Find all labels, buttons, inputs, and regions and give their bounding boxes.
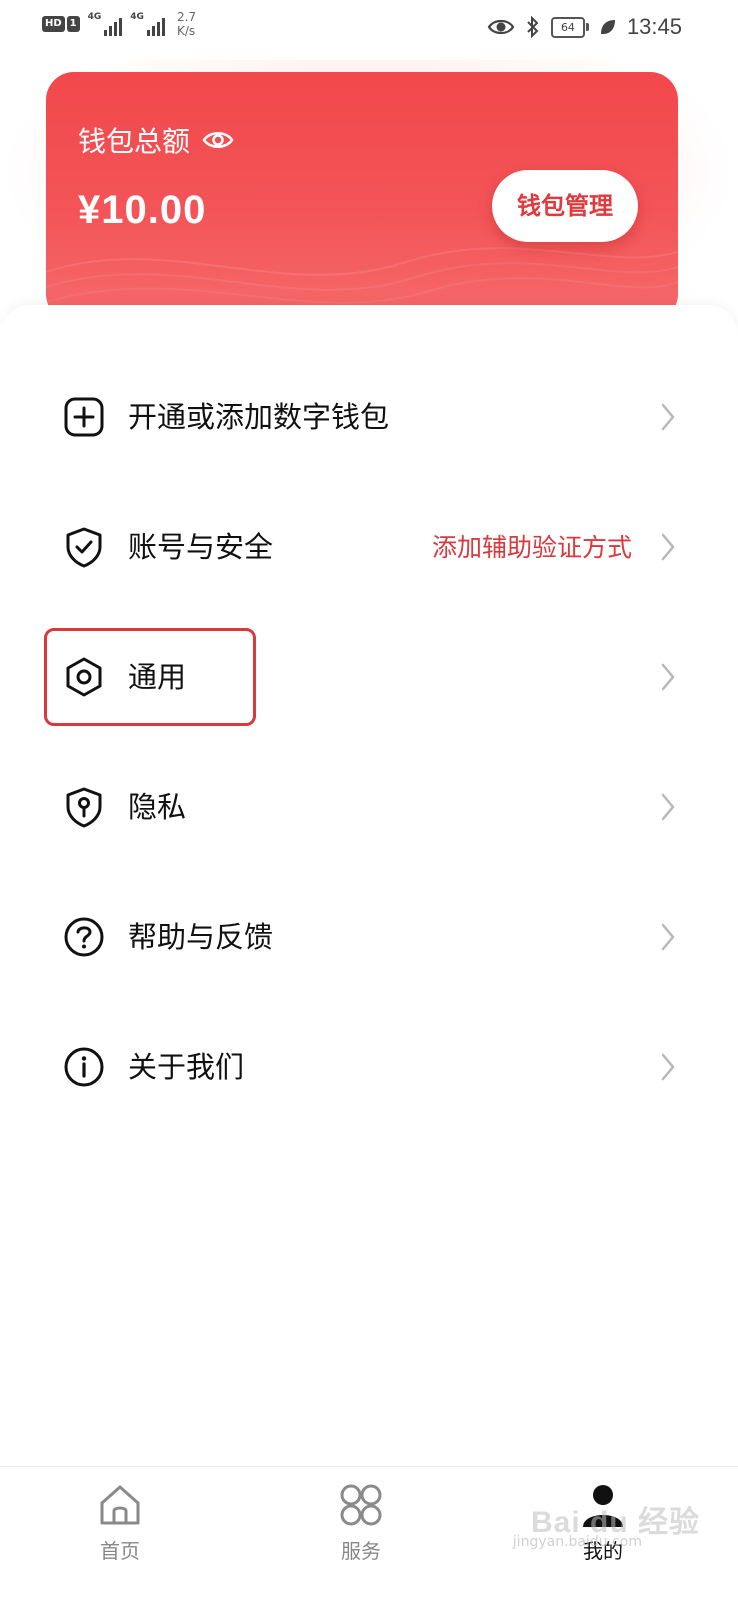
status-bar-right: 64 13:45 [487, 14, 682, 40]
network-speed: 2.7 K/s [177, 10, 196, 38]
chevron-right-icon [661, 663, 675, 691]
wallet-total-label: 钱包总额 [78, 125, 191, 158]
info-circle-icon [64, 1047, 104, 1087]
menu-item-add-wallet[interactable]: 开通或添加数字钱包 [0, 352, 738, 482]
menu-item-help-feedback[interactable]: 帮助与反馈 [0, 872, 738, 1002]
chevron-right-icon [661, 1053, 675, 1081]
leaf-icon [600, 20, 615, 34]
menu-item-label: 隐私 [128, 790, 187, 824]
question-circle-icon [64, 917, 104, 957]
chevron-right-icon [661, 923, 675, 951]
nav-item-home[interactable]: 首页 [60, 1467, 180, 1601]
baidu-watermark-url: jingyan.baidu.com [512, 1534, 642, 1550]
battery-level: 64 [550, 16, 585, 38]
eye-icon [487, 19, 515, 35]
status-bar-left: HD 1 4G 4G 2.7 K/s [42, 10, 196, 38]
status-bar: HD 1 4G 4G 2.7 K/s 64 13:45 [0, 0, 738, 54]
nav-item-services[interactable]: 服务 [301, 1467, 421, 1601]
bluetooth-icon [527, 15, 539, 39]
hd-indicator: HD 1 [42, 16, 80, 32]
menu-item-label: 关于我们 [128, 1050, 245, 1084]
nav-label-services: 服务 [341, 1539, 381, 1563]
signal-icon-2: 4G [130, 12, 165, 36]
highlight-annotation-box [44, 628, 256, 726]
network-speed-unit: K/s [176, 24, 196, 38]
network-speed-value: 2.7 [176, 10, 197, 24]
add-verification-hint[interactable]: 添加辅助验证方式 [432, 530, 632, 566]
menu-item-privacy[interactable]: 隐私 [0, 742, 738, 872]
menu-item-label: 账号与安全 [128, 530, 274, 564]
wallet-manage-button[interactable]: 钱包管理 [492, 170, 638, 242]
network-type-label-2: 4G [130, 12, 144, 22]
chevron-right-icon [661, 403, 675, 431]
menu-item-about-us[interactable]: 关于我们 [0, 1002, 738, 1132]
chevron-right-icon [661, 793, 675, 821]
wallet-amount: ¥10.00 [78, 188, 207, 232]
menu-item-label: 帮助与反馈 [128, 920, 274, 954]
eye-toggle-icon[interactable] [202, 129, 234, 151]
nav-label-home: 首页 [100, 1539, 140, 1563]
signal-icon: 4G [88, 12, 123, 36]
grid-icon [340, 1484, 382, 1526]
sim-label: 1 [66, 16, 80, 32]
menu-item-label: 开通或添加数字钱包 [128, 400, 390, 434]
wallet-total-header: 钱包总额 [78, 120, 234, 160]
shield-check-icon [66, 527, 102, 568]
privacy-shield-icon [66, 787, 102, 828]
plus-square-icon [64, 397, 104, 437]
hd-label: HD [42, 16, 65, 32]
menu-item-account-security[interactable]: 账号与安全 添加辅助验证方式 [0, 482, 738, 612]
chevron-right-icon [661, 533, 675, 561]
clock: 13:45 [626, 14, 682, 39]
battery-icon: 64 [550, 16, 589, 38]
wallet-card[interactable]: 钱包总额 ¥10.00 钱包管理 [46, 72, 678, 322]
home-icon [100, 1485, 140, 1525]
network-type-label: 4G [87, 12, 102, 22]
